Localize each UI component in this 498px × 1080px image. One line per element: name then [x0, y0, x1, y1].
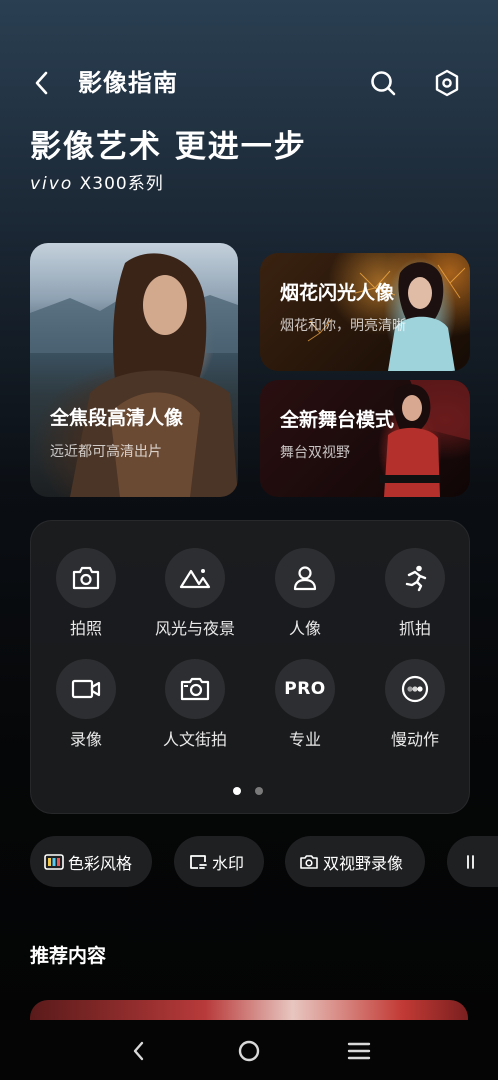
mode-slow-motion[interactable]: 慢动作 [360, 659, 470, 759]
page-title: 影像指南 [78, 69, 178, 97]
card-title: 全焦段高清人像 [50, 407, 184, 429]
dual-view-icon [300, 854, 318, 869]
card-subtitle: 烟花和你，明亮清晰 [280, 318, 406, 334]
chip-label: 色彩风格 [68, 853, 133, 873]
mode-street[interactable]: 人文街拍 [140, 659, 250, 759]
landscape-icon [179, 569, 211, 589]
feature-card-fireworks[interactable]: 烟花闪光人像 烟花和你，明亮清晰 [260, 253, 470, 371]
feature-card-stage[interactable]: 全新舞台模式 舞台双视野 [260, 380, 470, 497]
nav-menu-button[interactable] [341, 1034, 377, 1068]
brand-logo: vivo [30, 174, 74, 194]
more-chip-icon [467, 854, 474, 869]
color-style-icon [44, 853, 64, 870]
card-subtitle: 远近都可高清出片 [50, 444, 162, 460]
chip-dual-view[interactable]: 双视野录像 [285, 836, 425, 887]
search-button[interactable] [366, 66, 400, 100]
stage-photo [380, 380, 470, 497]
section-title-recommend: 推荐内容 [30, 945, 107, 967]
mode-snapshot[interactable]: 抓拍 [360, 548, 470, 648]
mode-label: 慢动作 [390, 730, 439, 749]
nav-back-icon [133, 1041, 144, 1061]
mode-label: 人像 [288, 619, 321, 638]
brand-model: X300系列 [79, 174, 164, 194]
mode-label: 拍照 [69, 619, 102, 638]
chip-more[interactable] [447, 836, 498, 887]
running-icon [405, 565, 427, 592]
brand-line: vivo X300系列 [30, 173, 164, 195]
mode-landscape[interactable]: 风光与夜景 [140, 548, 250, 648]
pro-icon: PRO [284, 679, 326, 699]
camera-modes-panel: 拍照 风光与夜景 人像 抓拍 录像 人文街拍 PRO 专业 慢动作 [30, 520, 470, 814]
gear-icon [435, 69, 459, 97]
page-dot-active[interactable] [233, 787, 241, 795]
nav-back-button[interactable] [121, 1034, 157, 1068]
nav-home-button[interactable] [231, 1034, 267, 1068]
street-camera-icon [180, 677, 210, 701]
nav-menu-icon [347, 1042, 371, 1060]
slow-motion-icon [401, 675, 429, 703]
feature-card-portrait[interactable]: 全焦段高清人像 远近都可高清出片 [30, 243, 238, 497]
card-subtitle: 舞台双视野 [280, 445, 350, 461]
nav-home-icon [238, 1040, 260, 1062]
mode-label: 专业 [288, 730, 321, 749]
mode-video[interactable]: 录像 [31, 659, 141, 759]
camera-icon [72, 566, 100, 590]
mode-label: 风光与夜景 [154, 619, 235, 638]
mode-portrait[interactable]: 人像 [250, 548, 360, 648]
mode-label: 抓拍 [398, 619, 431, 638]
watermark-icon [190, 854, 207, 869]
mode-photo[interactable]: 拍照 [31, 548, 141, 648]
chip-watermark[interactable]: 水印 [174, 836, 264, 887]
mode-label: 人文街拍 [162, 730, 227, 749]
card-title: 全新舞台模式 [280, 409, 395, 431]
search-icon [371, 71, 396, 96]
settings-button[interactable] [430, 66, 464, 100]
mode-pro[interactable]: PRO 专业 [250, 659, 360, 759]
card-title: 烟花闪光人像 [280, 282, 395, 304]
page-dot[interactable] [255, 787, 263, 795]
mode-label: 录像 [69, 730, 102, 749]
chip-label: 双视野录像 [323, 853, 404, 873]
chevron-left-icon [35, 71, 48, 95]
back-button[interactable] [26, 66, 58, 100]
person-icon [293, 566, 317, 591]
hero-headline: 影像艺术 更进一步 [30, 129, 307, 165]
video-icon [71, 679, 101, 699]
fireworks-photo [307, 262, 466, 371]
chip-color-style[interactable]: 色彩风格 [30, 836, 152, 887]
chip-label: 水印 [212, 853, 245, 873]
